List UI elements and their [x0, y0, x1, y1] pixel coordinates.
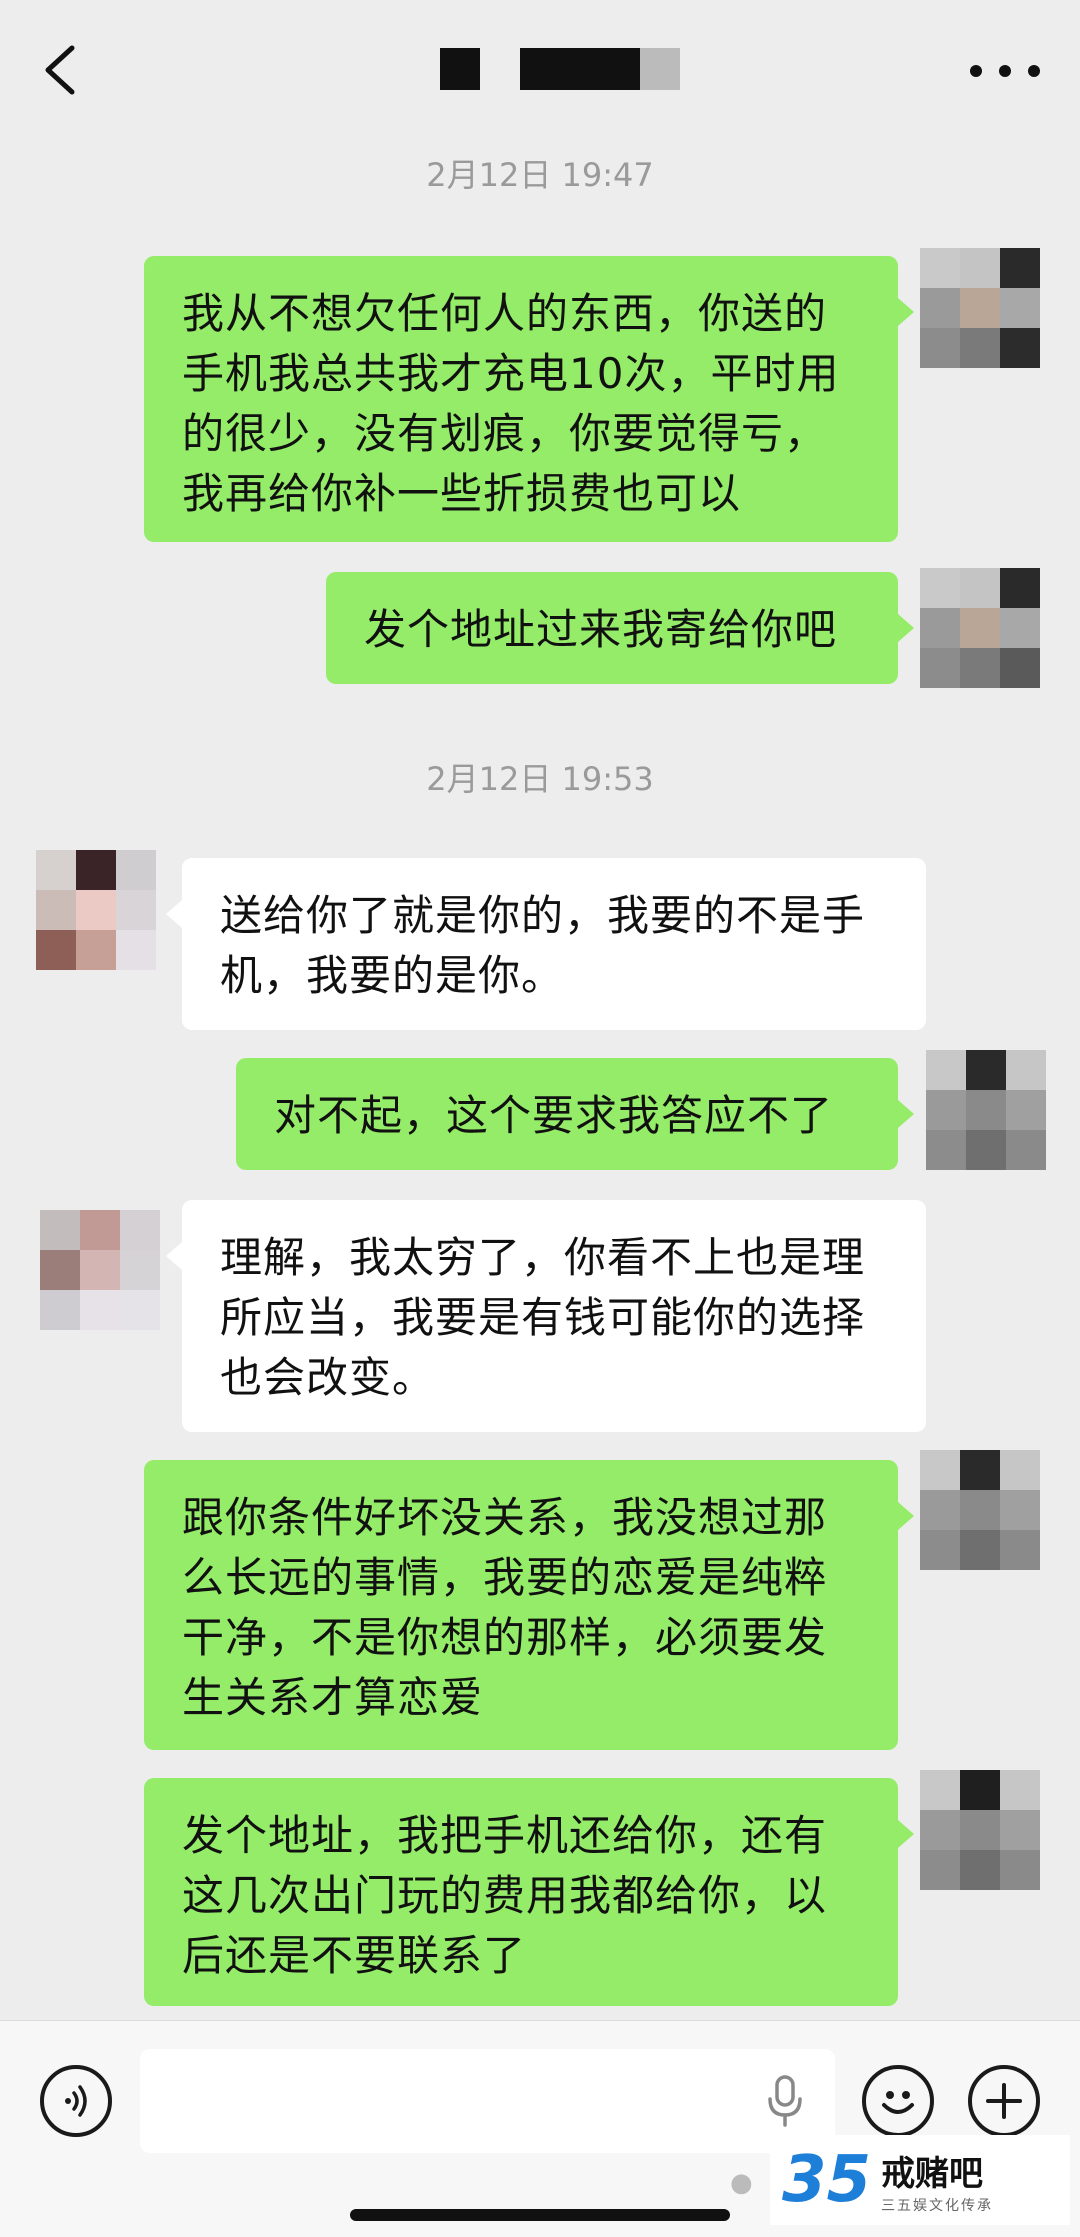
message-line: 生关系才算恋爱 — [182, 1673, 484, 1722]
message-line: 对不起，这个要求我答应不了 — [274, 1091, 834, 1140]
message-line: 干净，不是你想的那样，必须要发 — [182, 1613, 828, 1662]
contact-name-redacted — [520, 48, 640, 90]
chat-header — [0, 0, 1080, 140]
watermark: 35 戒赌吧 三五娱文化传承 — [770, 2135, 1070, 2225]
emoji-button[interactable] — [862, 2065, 934, 2137]
contact-avatar[interactable] — [40, 1210, 160, 1330]
more-button[interactable] — [970, 46, 1040, 96]
wechat-icon: ● — [730, 2168, 753, 2198]
my-avatar[interactable] — [926, 1050, 1046, 1170]
message-line: 发个地址，我把手机还给你，还有 — [182, 1811, 828, 1860]
watermark-subtitle: 三五娱文化传承 — [881, 2197, 994, 2214]
plus-button[interactable] — [968, 2065, 1040, 2137]
message-input[interactable] — [140, 2049, 835, 2153]
my-avatar[interactable] — [920, 568, 1040, 688]
message-line: 理解，我太穷了，你看不上也是理 — [220, 1233, 866, 1282]
mic-icon[interactable] — [765, 2073, 805, 2129]
contact-avatar[interactable] — [36, 850, 156, 970]
message-line: 的很少，没有划痕，你要觉得亏， — [182, 409, 828, 458]
message-line: 我再给你补一些折损费也可以 — [182, 469, 742, 518]
message-line: 也会改变。 — [220, 1353, 436, 1402]
chevron-left-icon — [45, 45, 75, 95]
message-bubble-sent[interactable]: 发个地址过来我寄给你吧 — [326, 572, 914, 684]
message-line: 我从不想欠任何人的东西，你送的 — [182, 289, 828, 338]
contact-name-redacted — [440, 48, 480, 90]
voice-button[interactable] — [40, 2065, 112, 2137]
my-avatar[interactable] — [920, 1770, 1040, 1890]
message-line: 跟你条件好坏没关系，我没想过那 — [182, 1493, 828, 1542]
message-bubble-sent[interactable]: 跟你条件好坏没关系，我没想过那 么长远的事情，我要的恋爱是纯粹 干净，不是你想的… — [144, 1460, 914, 1750]
plus-icon — [986, 2083, 1022, 2119]
voice-icon — [65, 2085, 87, 2117]
message-bubble-sent[interactable]: 对不起，这个要求我答应不了 — [236, 1058, 914, 1170]
message-line: 后还是不要联系了 — [182, 1931, 527, 1980]
message-bubble-sent[interactable]: 发个地址，我把手机还给你，还有 这几次出门玩的费用我都给你，以 后还是不要联系了 — [144, 1778, 914, 2006]
contact-name-redacted — [640, 48, 680, 90]
message-line: 机，我要的是你。 — [220, 951, 565, 1000]
message-bubble-sent[interactable]: 我从不想欠任何人的东西，你送的 手机我总共我才充电10次，平时用 的很少，没有划… — [144, 256, 914, 542]
message-line: 所应当，我要是有钱可能你的选择 — [220, 1293, 866, 1342]
back-button[interactable] — [30, 40, 90, 100]
message-bubble-received[interactable]: 理解，我太穷了，你看不上也是理 所应当，我要是有钱可能你的选择 也会改变。 — [166, 1200, 926, 1432]
message-timestamp: 2月12日 19:47 — [426, 156, 654, 194]
message-bubble-received[interactable]: 送给你了就是你的，我要的不是手 机，我要的是你。 — [166, 858, 926, 1030]
watermark-text: 戒赌吧 三五娱文化传承 — [881, 2146, 993, 2215]
message-line: 这几次出门玩的费用我都给你，以 — [182, 1871, 828, 1920]
emoji-icon — [882, 2091, 914, 2114]
home-indicator[interactable] — [350, 2209, 730, 2221]
message-line: 送给你了就是你的，我要的不是手 — [220, 891, 866, 940]
more-dots-icon — [970, 65, 982, 77]
watermark-logo: 35 — [782, 2143, 872, 2217]
message-line: 么长远的事情，我要的恋爱是纯粹 — [182, 1553, 828, 1602]
my-avatar[interactable] — [920, 1450, 1040, 1570]
watermark-title: 戒赌吧 — [881, 2153, 984, 2194]
message-timestamp: 2月12日 19:53 — [426, 760, 654, 798]
message-line: 手机我总共我才充电10次，平时用 — [182, 349, 840, 398]
message-line: 发个地址过来我寄给你吧 — [364, 605, 838, 654]
my-avatar[interactable] — [920, 248, 1040, 368]
